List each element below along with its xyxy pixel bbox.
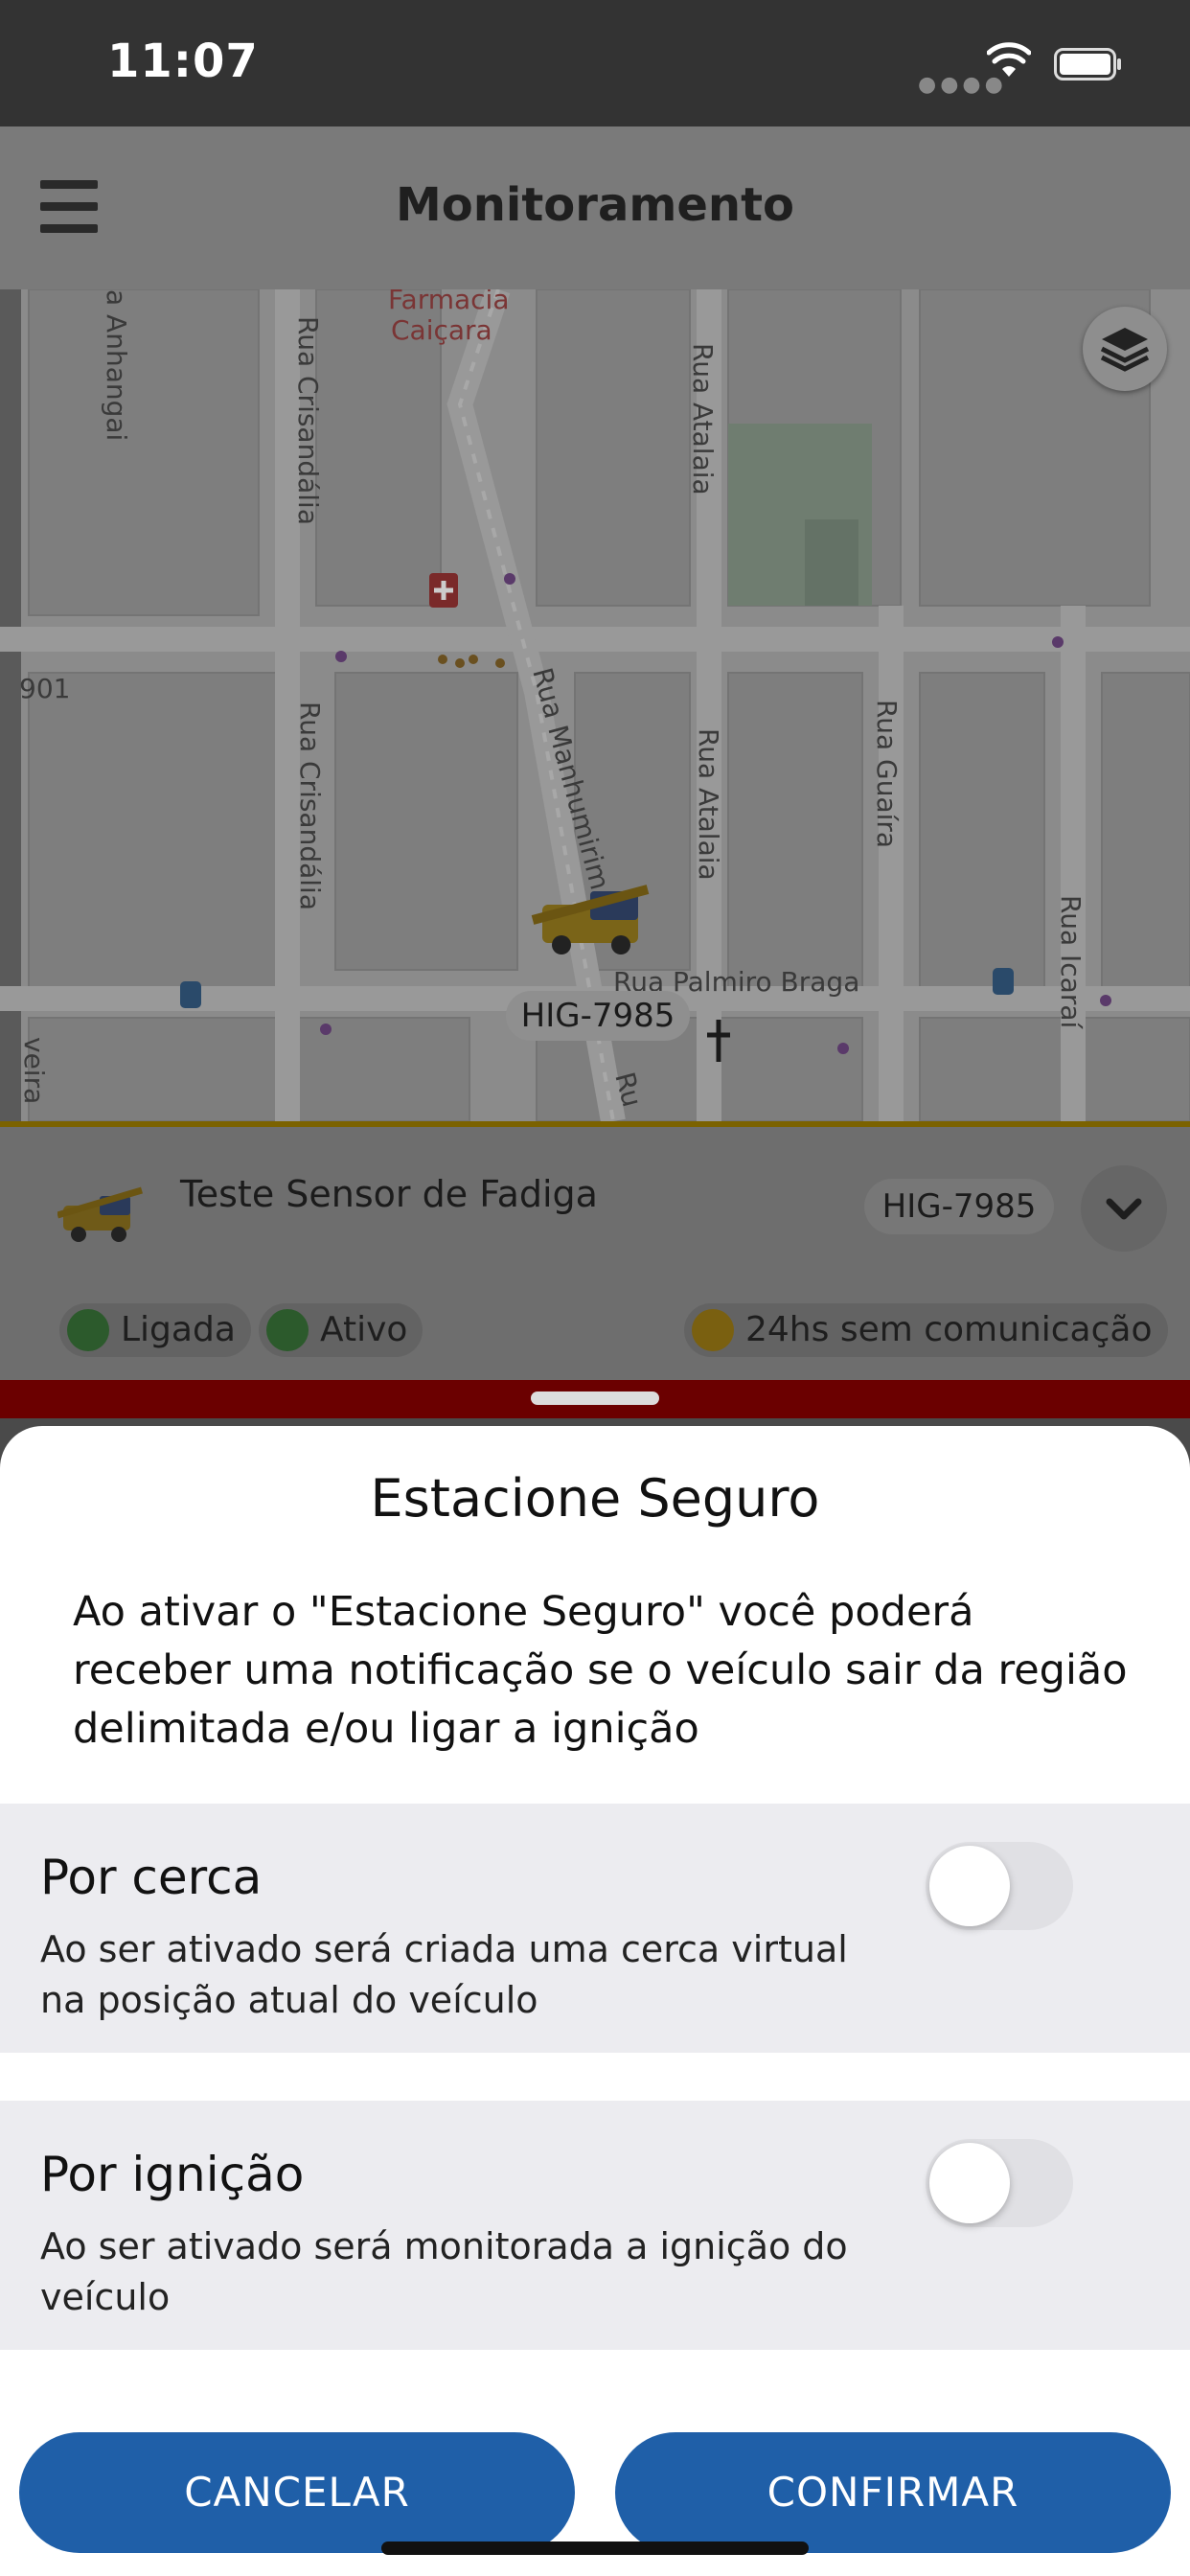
chevron-down-icon [1106, 1198, 1142, 1220]
vehicle-name: Teste Sensor de Fadiga [180, 1173, 598, 1215]
option-por-cerca: Por cerca Ao ser ativado será criada uma… [0, 1804, 1190, 2053]
vehicle-card[interactable]: Teste Sensor de Fadiga HIG-7985 Ligada A… [0, 1121, 1190, 1386]
option-title: Por ignição [40, 2147, 305, 2202]
communication-chip: 24hs sem comunicação [684, 1303, 1168, 1357]
map-label-farmacia: Farmacia [388, 289, 509, 315]
status-chip: Ativo [259, 1303, 423, 1357]
map-label-guaira: Rua Guaíra [871, 700, 903, 848]
map-label-crisandalia-1: Rua Crisandália [292, 316, 324, 525]
map-label-crisandalia-2: Rua Crisandália [294, 702, 326, 910]
battery-icon [1054, 48, 1121, 80]
app-header: Monitoramento [0, 126, 1190, 289]
option-title: Por cerca [40, 1850, 263, 1905]
option-por-ignicao: Por ignição Ao ser ativado será monitora… [0, 2101, 1190, 2350]
cancel-button[interactable]: CANCELAR [19, 2432, 575, 2553]
map-label-veira: veira [18, 1037, 50, 1104]
signal-icon [266, 1309, 309, 1351]
map-label-atalaia-1: Rua Atalaia [687, 343, 719, 495]
map-view[interactable]: Farmacia Caiçara a Anhangai Rua Crisandá… [0, 289, 1190, 1121]
page-title: Monitoramento [395, 178, 794, 232]
sheet-grabber[interactable] [531, 1392, 659, 1405]
sheet-description: Ao ativar o "Estacione Seguro" você pode… [73, 1588, 1128, 1753]
map-label-caicara: Caiçara [391, 314, 492, 346]
confirm-button[interactable]: CONFIRMAR [615, 2432, 1171, 2553]
option-description: Ao ser ativado será criada uma cerca vir… [40, 1928, 848, 2021]
home-indicator[interactable] [381, 2542, 809, 2555]
map-label-anhangai: a Anhangai [101, 289, 132, 441]
warning-icon [692, 1309, 734, 1351]
pharmacy-icon [429, 573, 458, 608]
estacione-seguro-sheet: Estacione Seguro Ao ativar o "Estacione … [0, 1426, 1190, 2576]
layers-button[interactable] [1083, 307, 1167, 391]
map-label-atalaia-2: Rua Atalaia [693, 728, 724, 881]
sheet-title: Estacione Seguro [370, 1468, 820, 1529]
map-vehicle-plate: HIG-7985 [506, 991, 690, 1041]
status-time: 11:07 [107, 34, 259, 88]
ignition-label: Ligada [121, 1310, 236, 1349]
expand-button[interactable] [1081, 1165, 1167, 1252]
communication-label: 24hs sem comunicação [745, 1310, 1153, 1349]
por-ignicao-toggle[interactable] [926, 2139, 1073, 2227]
vehicle-plate-badge: HIG-7985 [864, 1179, 1054, 1234]
key-icon [67, 1309, 109, 1351]
status-bar: 11:07 ●●●● [0, 0, 1190, 126]
option-description: Ao ser ativado será monitorada a ignição… [40, 2225, 848, 2318]
map-label-901: 901 [19, 673, 70, 704]
status-label: Ativo [320, 1310, 408, 1349]
vehicle-thumbnail-icon [57, 1186, 143, 1242]
ignition-chip: Ligada [59, 1303, 251, 1357]
wifi-icon [987, 42, 1031, 77]
layers-icon [1100, 328, 1150, 372]
por-cerca-toggle[interactable] [926, 1842, 1073, 1930]
map-label-icarai: Rua Icaraí [1055, 895, 1087, 1029]
